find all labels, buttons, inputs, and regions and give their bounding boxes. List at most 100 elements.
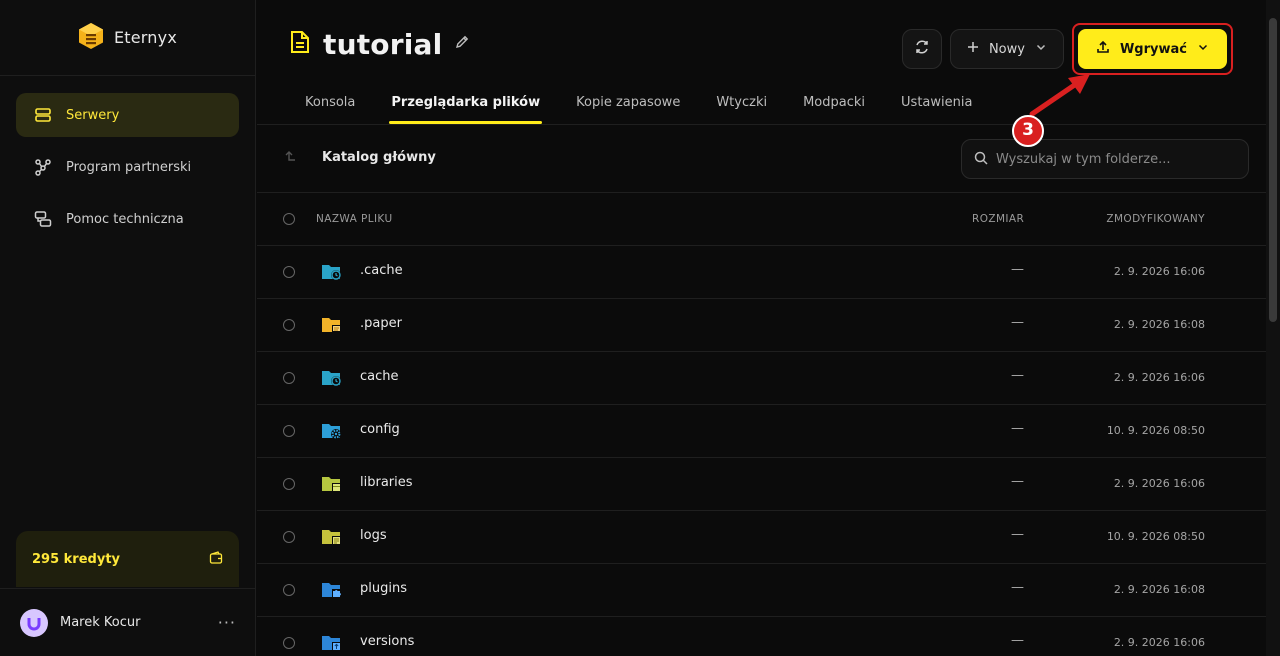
- file-modified: 2. 9. 2026 16:06: [1113, 477, 1205, 490]
- brand-name: Eternyx: [113, 28, 177, 47]
- page-title: tutorial: [323, 27, 443, 61]
- file-name[interactable]: versions: [360, 634, 414, 649]
- brand[interactable]: Eternyx: [0, 0, 255, 76]
- file-name[interactable]: cache: [360, 369, 399, 384]
- support-chat-icon: [34, 210, 52, 228]
- upload-icon: [1096, 40, 1110, 58]
- file-modified: 10. 9. 2026 08:50: [1106, 424, 1205, 437]
- file-modified: 10. 9. 2026 08:50: [1106, 530, 1205, 543]
- file-name[interactable]: config: [360, 422, 400, 437]
- file-list: .cache — 2. 9. 2026 16:06 .paper — 2. 9.…: [257, 246, 1266, 656]
- folder-log-icon: [321, 527, 343, 551]
- file-size: —: [1011, 580, 1024, 595]
- row-select-radio[interactable]: [283, 637, 295, 649]
- column-modified[interactable]: ZMODYFIKOWANY: [1106, 213, 1205, 225]
- scrollbar-thumb[interactable]: [1269, 18, 1277, 322]
- table-row[interactable]: logs — 10. 9. 2026 08:50: [257, 511, 1266, 564]
- parent-folder-icon[interactable]: [283, 149, 297, 169]
- page-header: tutorial: [289, 24, 470, 64]
- tab-backups[interactable]: Kopie zapasowe: [558, 80, 698, 124]
- table-row[interactable]: libraries — 2. 9. 2026 16:06: [257, 458, 1266, 511]
- breadcrumb: Katalog główny: [257, 125, 1266, 193]
- file-size: —: [1011, 262, 1024, 277]
- wallet-icon[interactable]: [209, 550, 223, 569]
- more-options-icon[interactable]: ···: [218, 613, 236, 632]
- folder-gear-icon: [321, 421, 343, 445]
- search-box: [961, 139, 1249, 179]
- sidebar: Eternyx Serwery Program partnerski Pomoc…: [0, 0, 256, 656]
- tab-settings[interactable]: Ustawienia: [883, 80, 990, 124]
- chevron-down-icon: [1197, 41, 1209, 57]
- table-row[interactable]: versions — 2. 9. 2026 16:06: [257, 617, 1266, 656]
- edit-pencil-icon[interactable]: [454, 34, 470, 54]
- breadcrumb-root[interactable]: Katalog główny: [322, 150, 436, 165]
- table-row[interactable]: config — 10. 9. 2026 08:50: [257, 405, 1266, 458]
- tab-modpacks[interactable]: Modpacki: [785, 80, 883, 124]
- file-modified: 2. 9. 2026 16:08: [1113, 583, 1205, 596]
- file-name[interactable]: libraries: [360, 475, 413, 490]
- server-icon: [34, 106, 52, 124]
- header-actions: Nowy Wgrywać: [901, 23, 1233, 75]
- file-size: —: [1011, 368, 1024, 383]
- scrollbar[interactable]: [1266, 0, 1280, 656]
- plus-icon: [967, 41, 979, 57]
- file-size: —: [1011, 474, 1024, 489]
- credits-card[interactable]: 295 kredyty: [16, 531, 239, 587]
- folder-puzzle-icon: [321, 580, 343, 604]
- file-name[interactable]: logs: [360, 528, 387, 543]
- eternyx-logo-icon: [78, 22, 104, 54]
- table-row[interactable]: .cache — 2. 9. 2026 16:06: [257, 246, 1266, 299]
- sidebar-nav: Serwery Program partnerski Pomoc technic…: [0, 76, 255, 266]
- sidebar-item-affiliate[interactable]: Program partnerski: [16, 145, 239, 189]
- tab-plugins[interactable]: Wtyczki: [698, 80, 785, 124]
- tab-file-browser[interactable]: Przeglądarka plików: [373, 80, 558, 124]
- row-select-radio[interactable]: [283, 319, 295, 331]
- table-row[interactable]: .paper — 2. 9. 2026 16:08: [257, 299, 1266, 352]
- user-profile[interactable]: Marek Kocur ···: [0, 588, 256, 656]
- row-select-radio[interactable]: [283, 266, 295, 278]
- file-size: —: [1011, 315, 1024, 330]
- avatar: [20, 608, 48, 637]
- affiliate-icon: [34, 158, 52, 176]
- file-name[interactable]: plugins: [360, 581, 407, 596]
- upload-button[interactable]: Wgrywać: [1077, 29, 1227, 69]
- select-all-radio[interactable]: [283, 213, 295, 225]
- row-select-radio[interactable]: [283, 584, 295, 596]
- new-button[interactable]: Nowy: [949, 29, 1064, 69]
- file-modified: 2. 9. 2026 16:08: [1113, 318, 1205, 331]
- file-size: —: [1011, 633, 1024, 648]
- upload-highlight: Wgrywać: [1071, 23, 1233, 75]
- sidebar-item-label: Pomoc techniczna: [66, 211, 184, 227]
- chevron-down-icon: [1035, 41, 1047, 57]
- row-select-radio[interactable]: [283, 372, 295, 384]
- table-row[interactable]: cache — 2. 9. 2026 16:06: [257, 352, 1266, 405]
- refresh-icon: [914, 39, 930, 59]
- folder-upload-icon: [321, 633, 343, 656]
- folder-paper-icon: [321, 315, 343, 339]
- sidebar-item-servers[interactable]: Serwery: [16, 93, 239, 137]
- file-size: —: [1011, 421, 1024, 436]
- folder-box-icon: [321, 474, 343, 498]
- column-size[interactable]: ROZMIAR: [972, 213, 1024, 225]
- file-modified: 2. 9. 2026 16:06: [1113, 636, 1205, 649]
- sidebar-item-support[interactable]: Pomoc techniczna: [16, 197, 239, 241]
- row-select-radio[interactable]: [283, 531, 295, 543]
- file-name[interactable]: .cache: [360, 263, 403, 278]
- search-input[interactable]: [996, 151, 1236, 167]
- upload-button-label: Wgrywać: [1119, 41, 1187, 57]
- table-row[interactable]: plugins — 2. 9. 2026 16:08: [257, 564, 1266, 617]
- file-name[interactable]: .paper: [360, 316, 402, 331]
- tab-console[interactable]: Konsola: [287, 80, 373, 124]
- refresh-button[interactable]: [901, 29, 942, 69]
- folder-clock-icon: [321, 262, 343, 286]
- tabs: Konsola Przeglądarka plików Kopie zapaso…: [287, 80, 990, 124]
- new-button-label: Nowy: [988, 41, 1025, 57]
- file-size: —: [1011, 527, 1024, 542]
- row-select-radio[interactable]: [283, 425, 295, 437]
- sidebar-item-label: Serwery: [66, 107, 120, 123]
- row-select-radio[interactable]: [283, 478, 295, 490]
- credits-balance: 295 kredyty: [32, 551, 121, 567]
- column-name[interactable]: NAZWA PLIKU: [316, 213, 393, 225]
- annotation-arrow-icon: [1029, 74, 1090, 117]
- document-icon: [289, 30, 311, 58]
